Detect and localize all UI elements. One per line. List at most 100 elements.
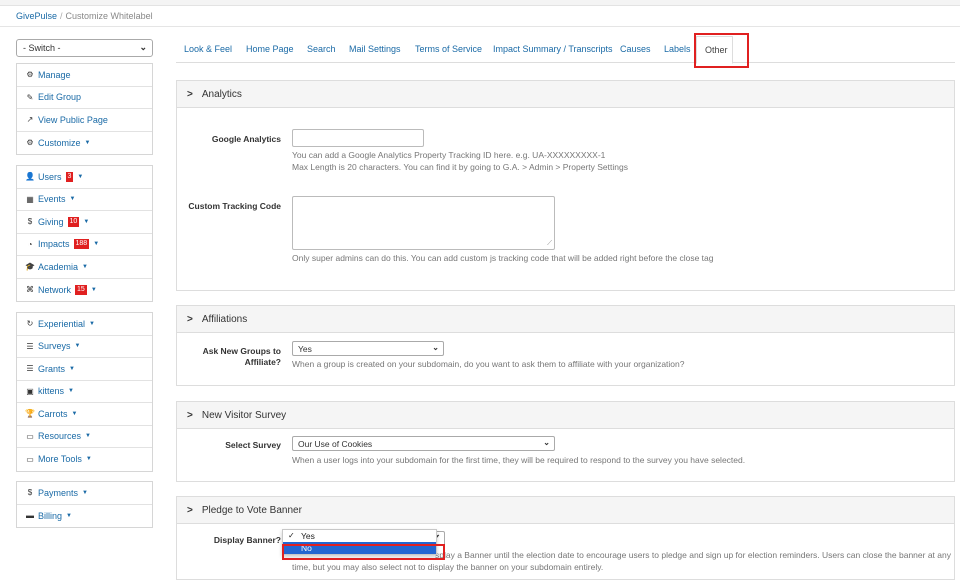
sidebar-item-payments[interactable]: $ Payments ▼ [17, 482, 152, 505]
switch-select[interactable]: - Switch - ⌄ [16, 39, 153, 57]
tab-home-page[interactable]: Home Page [246, 44, 294, 54]
calendar-icon: ▦ [26, 194, 34, 204]
affiliations-panel-header[interactable]: > Affiliations [177, 306, 954, 333]
sidebar-item-giving[interactable]: $ Giving 10 ▼ [17, 211, 152, 234]
pledge-title: Pledge to Vote Banner [201, 504, 302, 516]
caret-down-icon: ▼ [74, 343, 81, 350]
caret-down-icon: ▼ [71, 410, 78, 417]
caret-down-icon: ▼ [93, 241, 100, 248]
folder-icon: ▭ [26, 431, 34, 441]
chevron-right-icon: > [187, 504, 193, 516]
sidebar-item-impacts[interactable]: ◔ Impacts 188 ▼ [17, 234, 152, 256]
tab-labels[interactable]: Labels [664, 44, 691, 54]
sidebar-item-label: Experiential [38, 318, 86, 329]
tab-mail-settings[interactable]: Mail Settings [349, 44, 401, 54]
tab-look-and-feel[interactable]: Look & Feel [184, 44, 232, 54]
sidebar-group-tools: ↻ Experiential ▼ ☰ Surveys ▼ ☰ Grants ▼ ▣ kittens ▼… [16, 312, 153, 472]
option-no[interactable]: No [283, 542, 436, 554]
cogs-icon: ⚙ [26, 138, 34, 148]
visitor-survey-panel-header[interactable]: > New Visitor Survey [177, 402, 954, 429]
tab-terms-of-service[interactable]: Terms of Service [415, 44, 482, 54]
visitor-survey-title: New Visitor Survey [201, 409, 287, 421]
custom-tracking-textarea[interactable]: ⟋ [292, 196, 555, 250]
caret-down-icon: ▼ [68, 388, 74, 395]
affiliate-label-line1: Ask New Groups to [202, 346, 281, 356]
external-link-icon: ↗ [26, 115, 34, 125]
pledge-panel-header[interactable]: > Pledge to Vote Banner [177, 497, 954, 524]
affiliations-panel: > Affiliations Ask New Groups to Affilia… [176, 305, 955, 386]
sidebar-item-carrots[interactable]: 🏆 Carrots ▼ [17, 403, 152, 426]
chevron-down-icon: ⌄ [432, 343, 439, 352]
count-badge: 15 [75, 284, 87, 295]
sidebar-item-resources[interactable]: ▭ Resources ▼ [17, 426, 152, 448]
google-analytics-input[interactable] [292, 129, 424, 147]
affiliate-help: When a group is created on your subdomai… [292, 359, 685, 369]
caret-down-icon: ▼ [82, 489, 88, 496]
chevron-down-icon: ⌄ [139, 42, 147, 52]
analytics-panel: > Analytics Google Analytics You can add… [176, 80, 955, 291]
sidebar-item-edit-group[interactable]: ✎ Edit Group [17, 87, 152, 109]
sidebar-group-manage: ⚙ Manage ✎ Edit Group ↗ View Public Page ⚙ Cust… [16, 63, 153, 155]
caret-down-icon: ▼ [69, 365, 75, 372]
breadcrumb-separator: / [60, 11, 63, 21]
sidebar-item-events[interactable]: ▦ Events ▼ [17, 189, 152, 211]
sidebar-item-grants[interactable]: ☰ Grants ▼ [17, 358, 152, 381]
tab-causes[interactable]: Causes [620, 44, 651, 54]
sidebar-item-billing[interactable]: ▬ Billing ▼ [17, 505, 152, 528]
sidebar-item-label: More Tools [38, 454, 82, 465]
sidebar-item-label: Impacts [38, 239, 70, 250]
pledge-help-1: splay a Banner until the election date t… [435, 550, 951, 560]
briefcase-icon: ▣ [26, 386, 34, 396]
sidebar-item-users[interactable]: 👤 Users 3 ▼ [17, 166, 152, 189]
caret-down-icon: ▼ [82, 263, 88, 270]
sidebar-item-manage[interactable]: ⚙ Manage [17, 64, 152, 87]
select-survey-label: Select Survey [225, 440, 281, 450]
sidebar-item-view-public-page[interactable]: ↗ View Public Page [17, 109, 152, 132]
sidebar-item-label: Carrots [38, 408, 68, 419]
trophy-icon: 🏆 [25, 409, 35, 419]
user-icon: 👤 [25, 172, 35, 182]
survey-help: When a user logs into your subdomain for… [292, 455, 746, 465]
cogs-icon: ⚙ [26, 70, 34, 80]
sidebar-item-label: Resources [38, 431, 82, 442]
chevron-down-icon: ⌄ [543, 438, 550, 447]
caret-down-icon: ▼ [77, 173, 84, 180]
tab-other[interactable]: Other [696, 36, 733, 64]
sidebar-item-surveys[interactable]: ☰ Surveys ▼ [17, 336, 152, 358]
dollar-icon: $ [27, 217, 33, 227]
count-badge: 3 [65, 171, 74, 182]
affiliations-title: Affiliations [201, 313, 248, 325]
caret-down-icon: ▼ [89, 320, 95, 327]
sitemap-icon: ⌘ [26, 285, 34, 295]
sidebar-item-experiential[interactable]: ↻ Experiential ▼ [17, 313, 152, 336]
caret-down-icon: ▼ [85, 456, 92, 463]
count-badge: 188 [73, 239, 90, 250]
browser-top-strip [0, 0, 960, 6]
survey-select[interactable]: Our Use of Cookies ⌄ [292, 436, 555, 451]
credit-card-icon: ▬ [26, 511, 34, 521]
analytics-panel-header[interactable]: > Analytics [177, 81, 954, 108]
caret-down-icon: ▼ [66, 512, 72, 519]
breadcrumb-home-link[interactable]: GivePulse [16, 11, 57, 21]
option-yes[interactable]: ✓ Yes [283, 530, 436, 542]
sidebar-item-label: View Public Page [38, 114, 108, 125]
sidebar-item-network[interactable]: ⌘ Network 15 ▼ [17, 279, 152, 302]
sidebar-item-label: Surveys [38, 341, 71, 352]
custom-tracking-help: Only super admins can do this. You can a… [292, 253, 714, 263]
sidebar-item-label: Users [38, 171, 62, 182]
google-analytics-help-1: You can add a Google Analytics Property … [292, 150, 606, 160]
sidebar-group-billing: $ Payments ▼ ▬ Billing ▼ [16, 481, 153, 528]
tab-search[interactable]: Search [307, 44, 336, 54]
sidebar-item-label: Payments [38, 487, 79, 498]
caret-down-icon: ▼ [84, 139, 91, 146]
affiliate-select[interactable]: Yes ⌄ [292, 341, 444, 356]
sidebar-item-customize[interactable]: ⚙ Customize ▼ [17, 132, 152, 155]
resize-handle-icon[interactable]: ⟋ [547, 240, 552, 248]
sidebar-item-label: Giving [38, 216, 64, 227]
sidebar-item-academia[interactable]: 🎓 Academia ▼ [17, 256, 152, 279]
sidebar-item-kittens[interactable]: ▣ kittens ▼ [17, 381, 152, 403]
tab-impact-summary[interactable]: Impact Summary / Transcripts [493, 44, 613, 54]
pencil-icon: ✎ [26, 92, 34, 102]
chevron-right-icon: > [187, 409, 193, 421]
sidebar-item-more-tools[interactable]: ▭ More Tools ▼ [17, 448, 152, 471]
